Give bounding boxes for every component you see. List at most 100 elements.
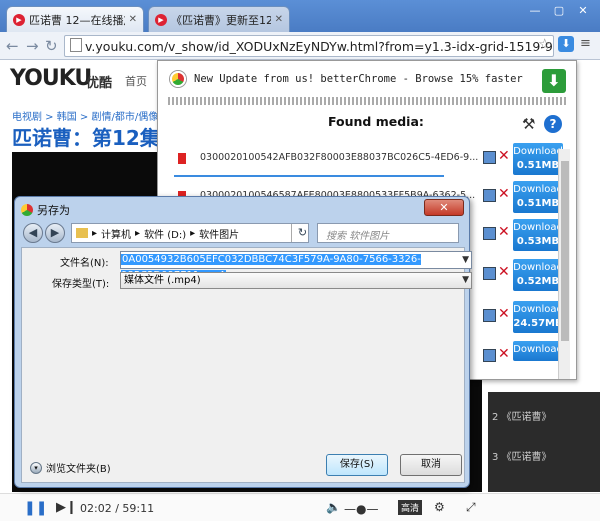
pause-icon[interactable]: ❚❚ bbox=[24, 500, 47, 516]
download-button[interactable]: Download 0.51MB bbox=[513, 181, 563, 213]
tab-bar: ▶ 匹诺曹 12—在线播放… ✕ ▶ 《匹诺曹》更新至12—韩… ✕ — ▢ ✕ bbox=[0, 0, 600, 32]
fullscreen-icon[interactable]: ⤢ bbox=[466, 500, 476, 515]
tools-icon[interactable]: ⚒ bbox=[522, 115, 535, 133]
forward-icon[interactable]: ▶ bbox=[45, 223, 65, 243]
logo-cn: 优酷 bbox=[86, 76, 113, 91]
playlist-panel bbox=[488, 392, 600, 492]
folder-icon bbox=[76, 228, 88, 238]
popup-scrollbar[interactable] bbox=[558, 149, 570, 379]
forward-icon[interactable]: → bbox=[26, 37, 39, 55]
next-icon[interactable]: ▶❙ bbox=[56, 500, 77, 515]
home-link[interactable]: 首页 bbox=[125, 73, 147, 89]
update-text: New Update from us! betterChrome - Brows… bbox=[194, 73, 523, 85]
download-extension-icon[interactable]: ⬇ bbox=[558, 36, 574, 52]
update-banner[interactable]: New Update from us! betterChrome - Brows… bbox=[158, 61, 576, 97]
address-bar[interactable]: v.youku.com/v_show/id_XODUxNzEyNDYw.html… bbox=[64, 35, 554, 57]
refresh-icon[interactable]: ↻ bbox=[291, 224, 313, 242]
page-title: 匹诺曹：第12集 bbox=[12, 126, 160, 150]
path-separator: ▸ bbox=[190, 227, 196, 239]
dialog-title-text: 另存为 bbox=[37, 204, 70, 217]
delete-icon[interactable]: ✕ bbox=[498, 306, 510, 322]
download-label: Download bbox=[513, 146, 563, 157]
download-label: Download bbox=[513, 344, 563, 355]
bookmark-star-icon[interactable]: ☆ bbox=[538, 35, 551, 53]
download-label: Download bbox=[513, 304, 563, 315]
browse-folders-toggle[interactable]: ▾ 浏览文件夹(B) bbox=[30, 460, 111, 475]
browse-label: 浏览文件夹(B) bbox=[46, 464, 111, 475]
download-button[interactable]: Download 0.52MB bbox=[513, 259, 563, 291]
close-tab-icon[interactable]: ✕ bbox=[275, 14, 283, 25]
page-icon bbox=[70, 38, 82, 52]
download-size: 0.51MB bbox=[516, 198, 560, 209]
search-input[interactable]: 搜索 软件图片 bbox=[317, 223, 459, 243]
download-button[interactable]: Download 0.51MB bbox=[513, 143, 563, 175]
copy-icon[interactable] bbox=[483, 227, 496, 240]
filetype-label: 保存类型(T): bbox=[52, 279, 110, 290]
scroll-thumb[interactable] bbox=[561, 161, 569, 341]
delete-icon[interactable]: ✕ bbox=[498, 148, 510, 164]
path-segment[interactable]: 计算机 bbox=[101, 226, 131, 241]
download-size: 0.53MB bbox=[516, 236, 560, 247]
menu-icon[interactable]: ≡ bbox=[580, 36, 594, 52]
download-button[interactable]: Download 0.53MB bbox=[513, 219, 563, 251]
breadcrumb[interactable]: 电视剧 > 韩国 > 剧情/都市/偶像/言 bbox=[12, 108, 172, 123]
settings-gear-icon[interactable]: ⚙ bbox=[434, 500, 445, 514]
cancel-button[interactable]: 取消 bbox=[400, 454, 462, 476]
found-media-label: Found media: bbox=[328, 114, 424, 129]
tab-inactive[interactable]: ▶ 《匹诺曹》更新至12—韩… ✕ bbox=[148, 6, 290, 32]
delete-icon[interactable]: ✕ bbox=[498, 264, 510, 280]
chevron-down-icon[interactable]: ▼ bbox=[462, 252, 469, 268]
media-filename: 0300020100542AFB032F80003E88037BC026C5-4… bbox=[200, 152, 479, 163]
playlist-item[interactable]: 2 《匹诺曹》 bbox=[492, 408, 552, 423]
delete-icon[interactable]: ✕ bbox=[498, 186, 510, 202]
media-row: 0300020100542AFB032F80003E88037BC026C5-4… bbox=[174, 143, 563, 175]
chrome-icon bbox=[21, 204, 33, 216]
close-window-icon[interactable]: ✕ bbox=[572, 2, 594, 18]
download-arrow-icon[interactable]: ⬇ bbox=[542, 69, 566, 93]
quality-button[interactable]: 高清 bbox=[398, 500, 423, 515]
time-display: 02:02 / 59:11 bbox=[80, 502, 155, 515]
volume-icon[interactable]: 🔈 bbox=[326, 500, 341, 514]
chevron-down-icon: ▼ bbox=[462, 275, 469, 285]
copy-icon[interactable] bbox=[483, 309, 496, 322]
minimize-icon[interactable]: — bbox=[524, 2, 546, 18]
path-segment[interactable]: 软件 (D:) bbox=[144, 226, 186, 241]
download-button[interactable]: Download bbox=[513, 341, 563, 361]
download-size: 24.57MB bbox=[513, 318, 563, 329]
tab-active[interactable]: ▶ 匹诺曹 12—在线播放… ✕ bbox=[6, 6, 144, 32]
reload-icon[interactable]: ↻ bbox=[45, 37, 58, 55]
download-label: Download bbox=[513, 262, 563, 273]
filename-field[interactable]: 0A0054932B605EFC032DBBC74C3F579A-9A80-75… bbox=[120, 251, 472, 281]
path-segment[interactable]: 软件图片 bbox=[199, 226, 239, 241]
dialog-close-button[interactable]: ✕ bbox=[424, 199, 464, 216]
back-icon[interactable]: ◀ bbox=[23, 223, 43, 243]
row-highlight bbox=[174, 175, 444, 177]
divider bbox=[168, 97, 568, 105]
filetype-select[interactable]: 媒体文件 (.mp4) ▼ bbox=[120, 272, 472, 289]
youku-logo[interactable]: YOUKU bbox=[10, 66, 92, 91]
help-icon[interactable]: ? bbox=[544, 115, 562, 133]
copy-icon[interactable] bbox=[483, 349, 496, 362]
browser-toolbar: ← → ↻ v.youku.com/v_show/id_XODUxNzEyNDY… bbox=[0, 32, 600, 60]
logo-text: YOUKU bbox=[10, 66, 92, 91]
save-button[interactable]: 保存(S) bbox=[326, 454, 388, 476]
delete-icon[interactable]: ✕ bbox=[498, 346, 510, 362]
download-button[interactable]: Download 24.57MB bbox=[513, 301, 563, 333]
path-separator: ▸ bbox=[135, 227, 141, 239]
playlist-item[interactable]: 3 《匹诺曹》 bbox=[492, 448, 552, 463]
maximize-icon[interactable]: ▢ bbox=[548, 2, 570, 18]
tab-title: 《匹诺曹》更新至12—韩… bbox=[171, 13, 271, 27]
tab-title: 匹诺曹 12—在线播放… bbox=[29, 13, 125, 27]
download-size: 0.52MB bbox=[516, 276, 560, 287]
delete-icon[interactable]: ✕ bbox=[498, 224, 510, 240]
back-icon[interactable]: ← bbox=[6, 37, 19, 55]
copy-icon[interactable] bbox=[483, 189, 496, 202]
dialog-title: 另存为 bbox=[21, 202, 70, 218]
path-bar[interactable]: ▸ 计算机 ▸ 软件 (D:) ▸ 软件图片 bbox=[71, 223, 309, 243]
copy-icon[interactable] bbox=[483, 151, 496, 164]
close-tab-icon[interactable]: ✕ bbox=[129, 14, 137, 25]
download-label: Download bbox=[513, 184, 563, 195]
filename-label: 文件名(N): bbox=[60, 258, 109, 269]
copy-icon[interactable] bbox=[483, 267, 496, 280]
volume-slider[interactable]: —●— bbox=[344, 502, 378, 516]
